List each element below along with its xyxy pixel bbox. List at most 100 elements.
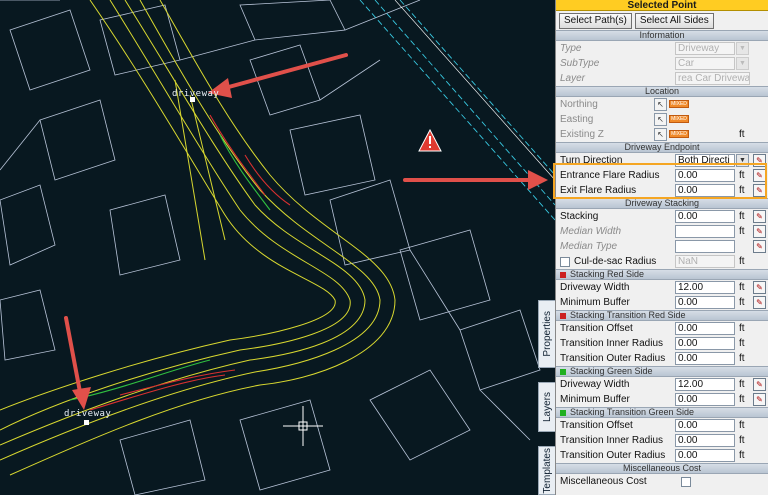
driveway-node-bottom[interactable] <box>84 420 89 425</box>
tab-properties-label: Properties <box>541 311 553 357</box>
stacking-unit: ft <box>739 211 745 222</box>
red-width-row: Driveway Width 12.00 ft ✎ <box>556 280 768 295</box>
section-transition-green-side[interactable]: Stacking Transition Green Side <box>556 407 768 418</box>
section-transition-red-side[interactable]: Stacking Transition Red Side <box>556 310 768 321</box>
turn-direction-select[interactable]: Both Directi <box>675 154 735 167</box>
red-offset-label: Transition Offset <box>560 323 633 334</box>
median-type-edit-icon[interactable]: ✎ <box>753 240 766 253</box>
subtype-label: SubType <box>560 58 600 69</box>
exit-flare-edit-icon[interactable]: ✎ <box>753 184 766 197</box>
tab-properties[interactable]: Properties <box>538 300 555 368</box>
turn-direction-label: Turn Direction <box>560 155 623 166</box>
tab-layers[interactable]: Layers <box>538 382 555 432</box>
red-offset-row: Transition Offset 0.00 ft <box>556 321 768 336</box>
entrance-flare-input[interactable]: 0.00 <box>675 169 735 182</box>
green-side-swatch <box>560 368 566 375</box>
culdesac-unit: ft <box>739 256 745 267</box>
green-buffer-edit-icon[interactable]: ✎ <box>753 393 766 406</box>
median-type-select[interactable] <box>675 240 735 253</box>
median-width-row: Median Width ft ✎ <box>556 224 768 239</box>
green-outer-input[interactable]: 0.00 <box>675 449 735 462</box>
red-buffer-input[interactable]: 0.00 <box>675 296 735 309</box>
green-width-unit: ft <box>739 379 745 390</box>
select-all-sides-button[interactable]: Select All Sides <box>634 13 714 29</box>
culdesac-row: Cul-de-sac Radius NaN ft <box>556 254 768 269</box>
select-paths-button[interactable]: Select Path(s) <box>559 13 632 29</box>
existing-z-unit: ft <box>739 129 745 140</box>
red-width-label: Driveway Width <box>560 282 630 293</box>
exit-flare-label: Exit Flare Radius <box>560 185 637 196</box>
stacking-input[interactable]: 0.00 <box>675 210 735 223</box>
red-inner-input[interactable]: 0.00 <box>675 337 735 350</box>
red-width-edit-icon[interactable]: ✎ <box>753 281 766 294</box>
red-width-input[interactable]: 12.00 <box>675 281 735 294</box>
green-offset-label: Transition Offset <box>560 420 633 431</box>
green-buffer-unit: ft <box>739 394 745 405</box>
green-offset-unit: ft <box>739 420 745 431</box>
misc-cost-row: Miscellaneous Cost <box>556 474 768 489</box>
red-outer-unit: ft <box>739 353 745 364</box>
section-location[interactable]: Location <box>556 86 768 97</box>
easting-pick-icon[interactable]: ↖ <box>654 113 667 126</box>
red-offset-input[interactable]: 0.00 <box>675 322 735 335</box>
selection-button-row: Select Path(s) Select All Sides <box>556 11 768 30</box>
culdesac-checkbox[interactable] <box>560 256 570 267</box>
green-inner-input[interactable]: 0.00 <box>675 434 735 447</box>
easting-row: Easting ↖ MIXED <box>556 112 768 127</box>
red-outer-input[interactable]: 0.00 <box>675 352 735 365</box>
section-stacking-green-side[interactable]: Stacking Green Side <box>556 366 768 377</box>
median-width-edit-icon[interactable]: ✎ <box>753 225 766 238</box>
layer-label: Layer <box>560 73 586 84</box>
existing-z-row: Existing Z ↖ MIXED ft <box>556 127 768 142</box>
entrance-flare-row: Entrance Flare Radius 0.00 ft ✎ <box>556 168 768 183</box>
green-width-input[interactable]: 12.00 <box>675 378 735 391</box>
green-width-edit-icon[interactable]: ✎ <box>753 378 766 391</box>
cad-viewport[interactable]: driveway driveway <box>0 0 555 495</box>
green-buffer-label: Minimum Buffer <box>560 394 630 405</box>
stacking-label: Stacking <box>560 211 599 222</box>
red-transition-swatch <box>560 312 566 319</box>
section-transition-green-side-label: Stacking Transition Green Side <box>570 407 695 417</box>
entrance-flare-edit-icon[interactable]: ✎ <box>753 169 766 182</box>
stacking-edit-icon[interactable]: ✎ <box>753 210 766 223</box>
section-miscellaneous-cost[interactable]: Miscellaneous Cost <box>556 463 768 474</box>
entrance-flare-label: Entrance Flare Radius <box>560 170 660 181</box>
tab-templates-label: Templates <box>541 447 553 494</box>
red-buffer-label: Minimum Buffer <box>560 297 630 308</box>
section-driveway-stacking[interactable]: Driveway Stacking <box>556 198 768 209</box>
crosshair-cursor <box>283 406 323 446</box>
culdesac-input: NaN <box>675 255 735 268</box>
stacking-row: Stacking 0.00 ft ✎ <box>556 209 768 224</box>
turn-direction-edit-icon[interactable]: ✎ <box>753 154 766 167</box>
subtype-dropdown-icon: ▼ <box>736 57 749 70</box>
type-dropdown-icon: ▼ <box>736 42 749 55</box>
exit-flare-input[interactable]: 0.00 <box>675 184 735 197</box>
exit-flare-row: Exit Flare Radius 0.00 ft ✎ <box>556 183 768 198</box>
warning-icon[interactable] <box>418 128 442 152</box>
green-width-row: Driveway Width 12.00 ft ✎ <box>556 377 768 392</box>
green-buffer-input[interactable]: 0.00 <box>675 393 735 406</box>
cad-drawing[interactable] <box>0 0 555 495</box>
tab-templates[interactable]: Templates <box>538 446 555 495</box>
green-width-label: Driveway Width <box>560 379 630 390</box>
section-information[interactable]: Information <box>556 30 768 41</box>
subtype-row: SubType Car ▼ <box>556 56 768 71</box>
turn-direction-dropdown-icon[interactable]: ▼ <box>736 154 749 167</box>
green-transition-swatch <box>560 409 566 416</box>
red-buffer-edit-icon[interactable]: ✎ <box>753 296 766 309</box>
existing-z-pick-icon[interactable]: ↖ <box>654 128 667 141</box>
side-tab-strip: Properties Layers Templates <box>538 300 555 495</box>
section-driveway-endpoint[interactable]: Driveway Endpoint <box>556 142 768 153</box>
red-buffer-row: Minimum Buffer 0.00 ft ✎ <box>556 295 768 310</box>
green-outer-row: Transition Outer Radius 0.00 ft <box>556 448 768 463</box>
misc-cost-checkbox[interactable] <box>681 476 691 487</box>
red-inner-unit: ft <box>739 338 745 349</box>
median-width-input[interactable] <box>675 225 735 238</box>
red-inner-row: Transition Inner Radius 0.00 ft <box>556 336 768 351</box>
tab-layers-label: Layers <box>541 391 553 422</box>
driveway-centerlines <box>0 0 396 476</box>
green-offset-input[interactable]: 0.00 <box>675 419 735 432</box>
northing-mixed-tag: MIXED <box>669 100 689 108</box>
section-stacking-red-side[interactable]: Stacking Red Side <box>556 269 768 280</box>
northing-pick-icon[interactable]: ↖ <box>654 98 667 111</box>
